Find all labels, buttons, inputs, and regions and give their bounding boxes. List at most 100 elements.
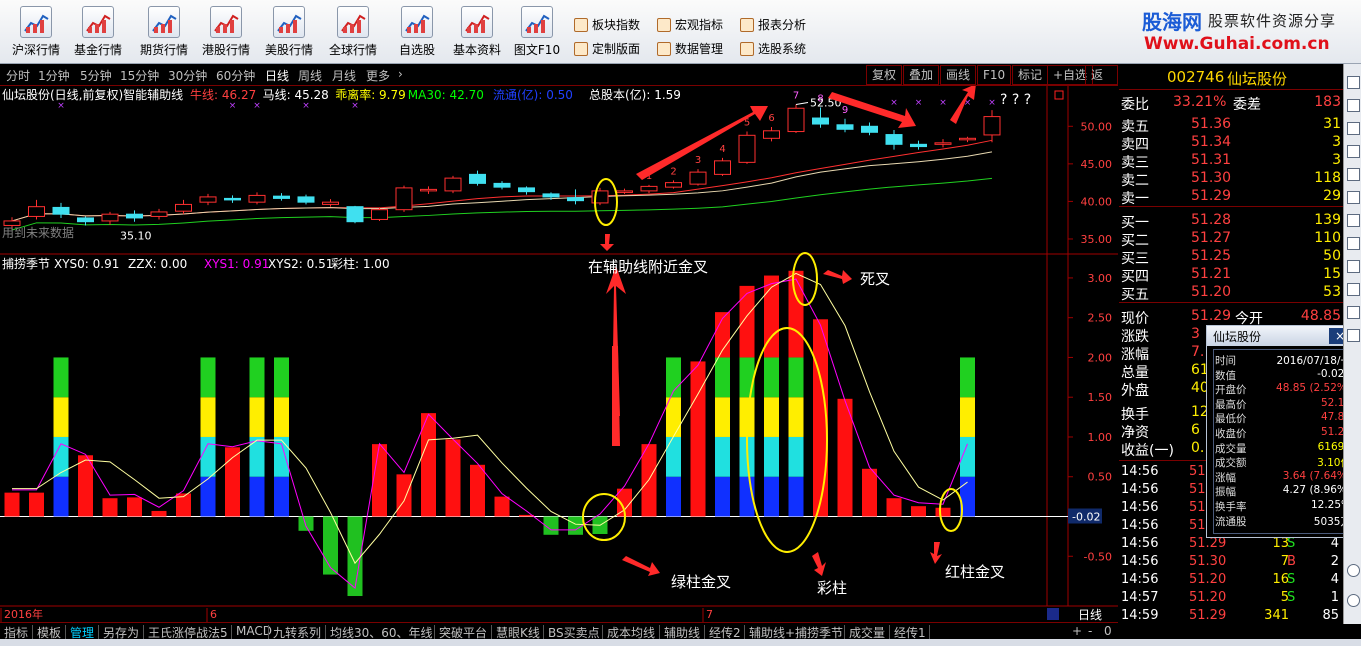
menu-data-management[interactable]: 数据管理	[655, 39, 723, 59]
side-tool-icon[interactable]	[1347, 168, 1360, 181]
tick-price: 51	[1189, 500, 1206, 515]
signal-marker: ×	[351, 101, 359, 111]
zoom-control-2[interactable]: 0	[1104, 624, 1112, 638]
bid-price: 51.25	[1191, 248, 1232, 264]
tick-price: 51	[1189, 518, 1206, 533]
unknown-markers: ? ? ?	[1000, 92, 1031, 108]
basic-info-button[interactable]: 基本资料	[447, 4, 507, 62]
bid-row-4: 买五 51.20 53	[1119, 284, 1343, 303]
ask-label: 卖一	[1121, 191, 1149, 207]
indicator-tab-5[interactable]: MACD	[236, 624, 272, 638]
tab-separator	[844, 625, 845, 639]
zoom-control-0[interactable]: +	[1072, 624, 1082, 638]
tick-price: 51.29	[1189, 536, 1227, 551]
fund-quotes-button[interactable]: 基金行情	[68, 4, 128, 62]
side-tool-icon[interactable]	[1347, 329, 1360, 342]
tick-row: 14:56 51.29 13 S 4	[1119, 536, 1343, 554]
side-tool-icon[interactable]	[1347, 99, 1360, 112]
menu-stock-screener[interactable]: 选股系统	[738, 39, 806, 59]
bid-label: 买五	[1121, 287, 1149, 303]
signal-marker: ×	[253, 101, 261, 111]
menu-custom-layout[interactable]: 定制版面	[572, 39, 640, 59]
period-tab-1[interactable]: 1分钟	[38, 67, 70, 84]
histogram-bar	[739, 285, 755, 517]
global-quotes-icon	[337, 6, 369, 38]
stat-label: 收益(一)	[1121, 443, 1174, 459]
brand-url: Www.Guhai.com.cn	[1144, 34, 1330, 54]
menu-macro-indicator[interactable]: 宏观指标	[655, 15, 723, 35]
sub-legend-item-3: XYS2: 0.51	[268, 257, 333, 271]
data-popup-window[interactable]: 仙坛股份 × 时间 2016/07/18/一 数值 -0.024 开盘价 48.85 (2…	[1206, 325, 1356, 538]
brand-slogan: 股票软件资源分享	[1208, 12, 1337, 30]
period-tab-3[interactable]: 15分钟	[120, 67, 159, 84]
side-tool-icon[interactable]	[1347, 283, 1360, 296]
macro-indicator-icon	[657, 18, 671, 32]
period-tab-2[interactable]: 5分钟	[80, 67, 112, 84]
period-tab-5[interactable]: 60分钟	[216, 67, 255, 84]
chart-action-button-6[interactable]: 返回	[1085, 65, 1118, 100]
global-quotes-button[interactable]: 全球行情	[323, 4, 383, 62]
tick-volume: 341	[1264, 608, 1289, 623]
tick-row: 14:59 51.29 341 85	[1119, 608, 1343, 626]
fund-quotes-label: 基金行情	[73, 43, 122, 57]
tick-row: 14:56 51.30 7 B 2	[1119, 554, 1343, 572]
right-side-scrollbar[interactable]	[1343, 64, 1361, 624]
period-dropdown-button[interactable]	[1047, 608, 1059, 620]
side-tool-icon[interactable]	[1347, 237, 1360, 250]
histogram-bar	[200, 357, 216, 517]
side-tool-icon[interactable]	[1347, 191, 1360, 204]
side-circle-icon[interactable]	[1347, 564, 1360, 577]
watchlist-label: 自选股	[398, 43, 435, 57]
main-axis-label-0: 50.00	[1081, 120, 1113, 133]
menu-sector-index[interactable]: 板块指数	[572, 15, 640, 35]
side-tool-icon[interactable]	[1347, 260, 1360, 273]
tab-separator	[231, 625, 232, 639]
side-tool-icon[interactable]	[1347, 214, 1360, 227]
ask-price: 51.29	[1191, 188, 1232, 204]
chart-action-button-2[interactable]: 画线	[940, 65, 977, 85]
period-tab-6[interactable]: 日线	[265, 67, 289, 84]
menu-report-analysis[interactable]: 报表分析	[738, 15, 806, 35]
chart-action-button-3[interactable]: F10	[977, 65, 1012, 85]
watchlist-button[interactable]: 自选股	[387, 4, 447, 62]
f10-info-button[interactable]: 图文F10	[507, 4, 567, 62]
hk-quotes-button[interactable]: 港股行情	[196, 4, 256, 62]
stat-label: 现价	[1121, 311, 1149, 327]
bid-label: 买四	[1121, 269, 1149, 285]
weibi-label: 委比	[1121, 97, 1149, 113]
status-bar	[0, 639, 1361, 646]
weibi-row: 委比 33.21% 委差 183	[1119, 94, 1343, 113]
wave-number-2: 3	[695, 155, 701, 166]
side-tool-icon[interactable]	[1347, 145, 1360, 158]
total-shares: 总股本(亿): 1.59	[589, 87, 681, 102]
future-data-note: 用到未来数据	[2, 225, 74, 240]
report-analysis-icon	[740, 18, 754, 32]
period-tab-7[interactable]: 周线	[298, 67, 322, 84]
chart-action-button-0[interactable]: 复权	[866, 65, 903, 85]
stat-value: 0.	[1191, 440, 1205, 456]
sub-legend-item-1: ZZX: 0.00	[128, 257, 187, 271]
candle	[787, 104, 805, 134]
histogram-bar	[837, 398, 853, 517]
futures-quotes-button[interactable]: 期货行情	[134, 4, 194, 62]
period-tab-8[interactable]: 月线	[332, 67, 356, 84]
sh-sz-quotes-button[interactable]: 沪深行情	[6, 4, 66, 62]
stat-label: 外盘	[1121, 383, 1149, 399]
side-tool-icon[interactable]	[1347, 306, 1360, 319]
chart-action-button-1[interactable]: 叠加	[903, 65, 940, 85]
chart-area[interactable]: 2016年 6 7 日线 50.0045.0040.0035.001 2345 67 89×…	[0, 86, 1118, 622]
side-circle-icon[interactable]	[1347, 594, 1360, 607]
ask-price: 51.36	[1191, 116, 1232, 132]
us-quotes-button[interactable]: 美股行情	[259, 4, 319, 62]
side-tool-icon[interactable]	[1347, 122, 1360, 135]
chart-action-button-4[interactable]: 标记	[1012, 65, 1049, 85]
zoom-control-1[interactable]: -	[1088, 624, 1092, 638]
period-tab-4[interactable]: 30分钟	[168, 67, 207, 84]
histogram-bar	[935, 507, 951, 517]
chevron-right-icon[interactable]: ›	[398, 67, 403, 81]
tick-price: 51.30	[1189, 554, 1227, 569]
period-tab-9[interactable]: 更多	[366, 67, 390, 84]
period-tab-0[interactable]: 分时	[6, 67, 30, 84]
side-tool-icon[interactable]	[1347, 76, 1360, 89]
tick-count: 4	[1330, 572, 1339, 587]
